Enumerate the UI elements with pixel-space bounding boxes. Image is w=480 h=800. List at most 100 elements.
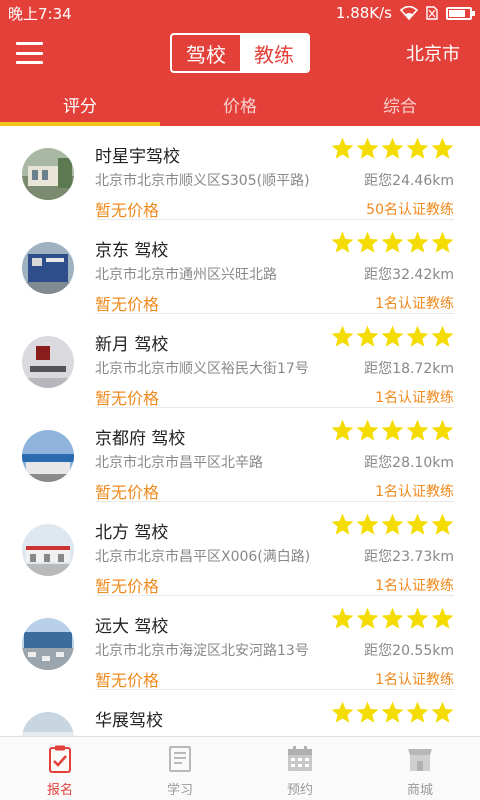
list-item[interactable]: 新月 驾校北京市北京市顺义区裕民大街17号 距您18.72km 暂无价格 1名认证教练	[0, 314, 480, 408]
star-icon	[431, 137, 454, 159]
status-bar: 晚上7:34 1.88K/s	[0, 0, 480, 26]
wifi-icon	[400, 6, 418, 20]
school-price: 暂无价格	[95, 201, 160, 220]
calendar-icon	[288, 746, 312, 771]
list-item[interactable]: 京东 驾校北京市北京市通州区兴旺北路 距您32.42km 暂无价格 1名认证教练	[0, 220, 480, 314]
star-icon	[406, 231, 429, 253]
school-address: 北京市北京市海淀区北安河路13号	[95, 643, 309, 659]
rating-stars	[330, 606, 455, 631]
star-icon	[381, 137, 404, 159]
rating-stars	[330, 230, 455, 255]
shop-icon	[408, 749, 432, 771]
school-price: 暂无价格	[95, 295, 160, 314]
school-photo	[22, 618, 74, 670]
nav-shop[interactable]: 商城	[360, 737, 480, 800]
list-item[interactable]: 华展驾校	[0, 690, 480, 736]
star-icon	[431, 701, 454, 723]
battery-icon	[446, 6, 475, 20]
school-photo	[22, 430, 74, 482]
list-item[interactable]: 京都府 驾校 北京市北京市昌平区北辛路 距您28.10km 暂无价格 1名认证教练	[0, 408, 480, 502]
school-address: 北京市北京市顺义区裕民大街17号	[95, 361, 309, 377]
school-name: 新月 驾校	[95, 335, 169, 355]
school-distance: 距您20.55km	[364, 643, 454, 659]
star-icon	[356, 137, 379, 159]
clipboard-check-icon	[49, 745, 71, 773]
school-distance: 距您24.46km	[364, 173, 454, 189]
nav-enroll-label: 报名	[46, 783, 73, 798]
school-name: 华展驾校	[95, 711, 163, 731]
nav-enroll[interactable]: 报名	[0, 737, 120, 800]
school-name: 北方 驾校	[95, 523, 169, 543]
star-icon	[331, 607, 354, 629]
nav-study[interactable]: 学习	[120, 737, 240, 800]
bottom-nav: 报名 学习 预约 商城	[0, 736, 480, 800]
school-photo	[22, 148, 74, 200]
certified-coaches: 50名认证教练	[366, 202, 454, 218]
segment-school[interactable]: 驾校	[172, 35, 240, 71]
school-name: 时星宇驾校	[95, 147, 180, 167]
school-address: 北京市北京市通州区兴旺北路	[95, 267, 277, 283]
rating-stars	[330, 324, 455, 349]
star-icon	[381, 325, 404, 347]
tab-rating[interactable]: 评分	[0, 82, 160, 126]
star-icon	[381, 701, 404, 723]
book-icon	[169, 746, 191, 772]
star-icon	[356, 607, 379, 629]
school-distance: 距您18.72km	[364, 361, 454, 377]
star-icon	[331, 419, 354, 441]
school-distance: 距您32.42km	[364, 267, 454, 283]
star-icon	[406, 137, 429, 159]
school-photo	[22, 712, 74, 736]
star-icon	[331, 325, 354, 347]
city-selector[interactable]: 北京市	[406, 40, 460, 66]
segment-coach[interactable]: 教练	[240, 35, 308, 71]
list-item[interactable]: 远大 驾校北京市北京市海淀区北安河路13号 距您20.55km 暂无价格 1名认证教练	[0, 596, 480, 690]
school-price: 暂无价格	[95, 577, 160, 596]
menu-icon[interactable]	[16, 42, 43, 64]
school-list: 时星宇驾校 北京市北京市顺义区S305(顺平路) 距您24.46km 暂无价格 50名认…	[0, 126, 480, 736]
star-icon	[431, 513, 454, 535]
star-icon	[431, 607, 454, 629]
certified-coaches: 1名认证教练	[375, 390, 454, 406]
network-speed: 1.88K/s	[335, 4, 392, 22]
school-distance: 距您23.73km	[364, 549, 454, 565]
star-icon	[331, 513, 354, 535]
nav-booking[interactable]: 预约	[240, 737, 360, 800]
list-item[interactable]: 时星宇驾校 北京市北京市顺义区S305(顺平路) 距您24.46km 暂无价格 50名认…	[0, 126, 480, 220]
rating-stars	[330, 418, 455, 443]
star-icon	[381, 419, 404, 441]
school-address: 北京市北京市昌平区北辛路	[95, 455, 263, 471]
star-icon	[406, 325, 429, 347]
rating-stars	[330, 700, 455, 725]
star-icon	[406, 607, 429, 629]
school-photo	[22, 524, 74, 576]
star-icon	[431, 231, 454, 253]
school-price: 暂无价格	[95, 671, 160, 690]
nav-shop-label: 商城	[406, 783, 433, 798]
school-name: 京东 驾校	[95, 241, 169, 261]
school-distance: 距您28.10km	[364, 455, 454, 471]
list-item[interactable]: 北方 驾校 北京市北京市昌平区X006(满白路) 距您23.73km 暂无价格 1名认证…	[0, 502, 480, 596]
school-name: 京都府 驾校	[95, 429, 186, 449]
star-icon	[406, 419, 429, 441]
star-icon	[356, 419, 379, 441]
sort-tabs: 评分 价格 综合	[0, 82, 480, 126]
star-icon	[356, 513, 379, 535]
star-icon	[381, 513, 404, 535]
nav-study-label: 学习	[166, 783, 193, 798]
certified-coaches: 1名认证教练	[375, 296, 454, 312]
tab-overall[interactable]: 综合	[320, 82, 480, 126]
school-photo	[22, 336, 74, 388]
star-icon	[381, 231, 404, 253]
star-icon	[431, 325, 454, 347]
no-sim-icon	[426, 6, 438, 20]
certified-coaches: 1名认证教练	[375, 672, 454, 688]
tab-price[interactable]: 价格	[160, 82, 320, 126]
school-name: 远大 驾校	[95, 617, 169, 637]
rating-stars	[330, 136, 455, 161]
school-price: 暂无价格	[95, 389, 160, 408]
certified-coaches: 1名认证教练	[375, 578, 454, 594]
star-icon	[331, 137, 354, 159]
star-icon	[356, 231, 379, 253]
app-header: 驾校 教练 北京市	[0, 26, 480, 82]
